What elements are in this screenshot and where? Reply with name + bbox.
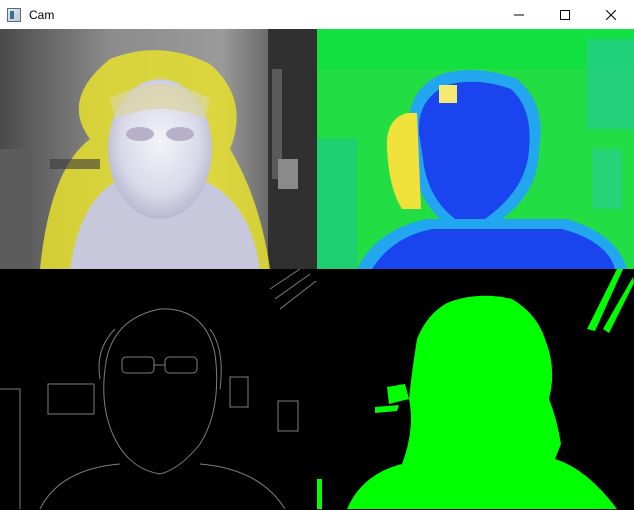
green-mask-image [317, 269, 634, 509]
close-icon [606, 9, 616, 20]
window-title: Cam [29, 7, 55, 22]
colormap-image [317, 29, 634, 269]
green-mask-view [317, 269, 634, 509]
edge-detection-view [0, 269, 317, 509]
minimize-button[interactable] [496, 0, 542, 29]
inverted-color-view [0, 29, 317, 269]
maximize-icon [560, 9, 570, 20]
minimize-icon [514, 14, 524, 15]
colormap-view [317, 29, 634, 269]
app-window-icon [7, 7, 21, 22]
title-bar[interactable]: Cam [0, 0, 634, 29]
cam-window: Cam [0, 0, 634, 510]
inverted-color-image [0, 29, 317, 269]
edge-detection-image [0, 269, 317, 509]
maximize-button[interactable] [542, 0, 588, 29]
window-controls [496, 0, 634, 29]
close-button[interactable] [588, 0, 634, 29]
